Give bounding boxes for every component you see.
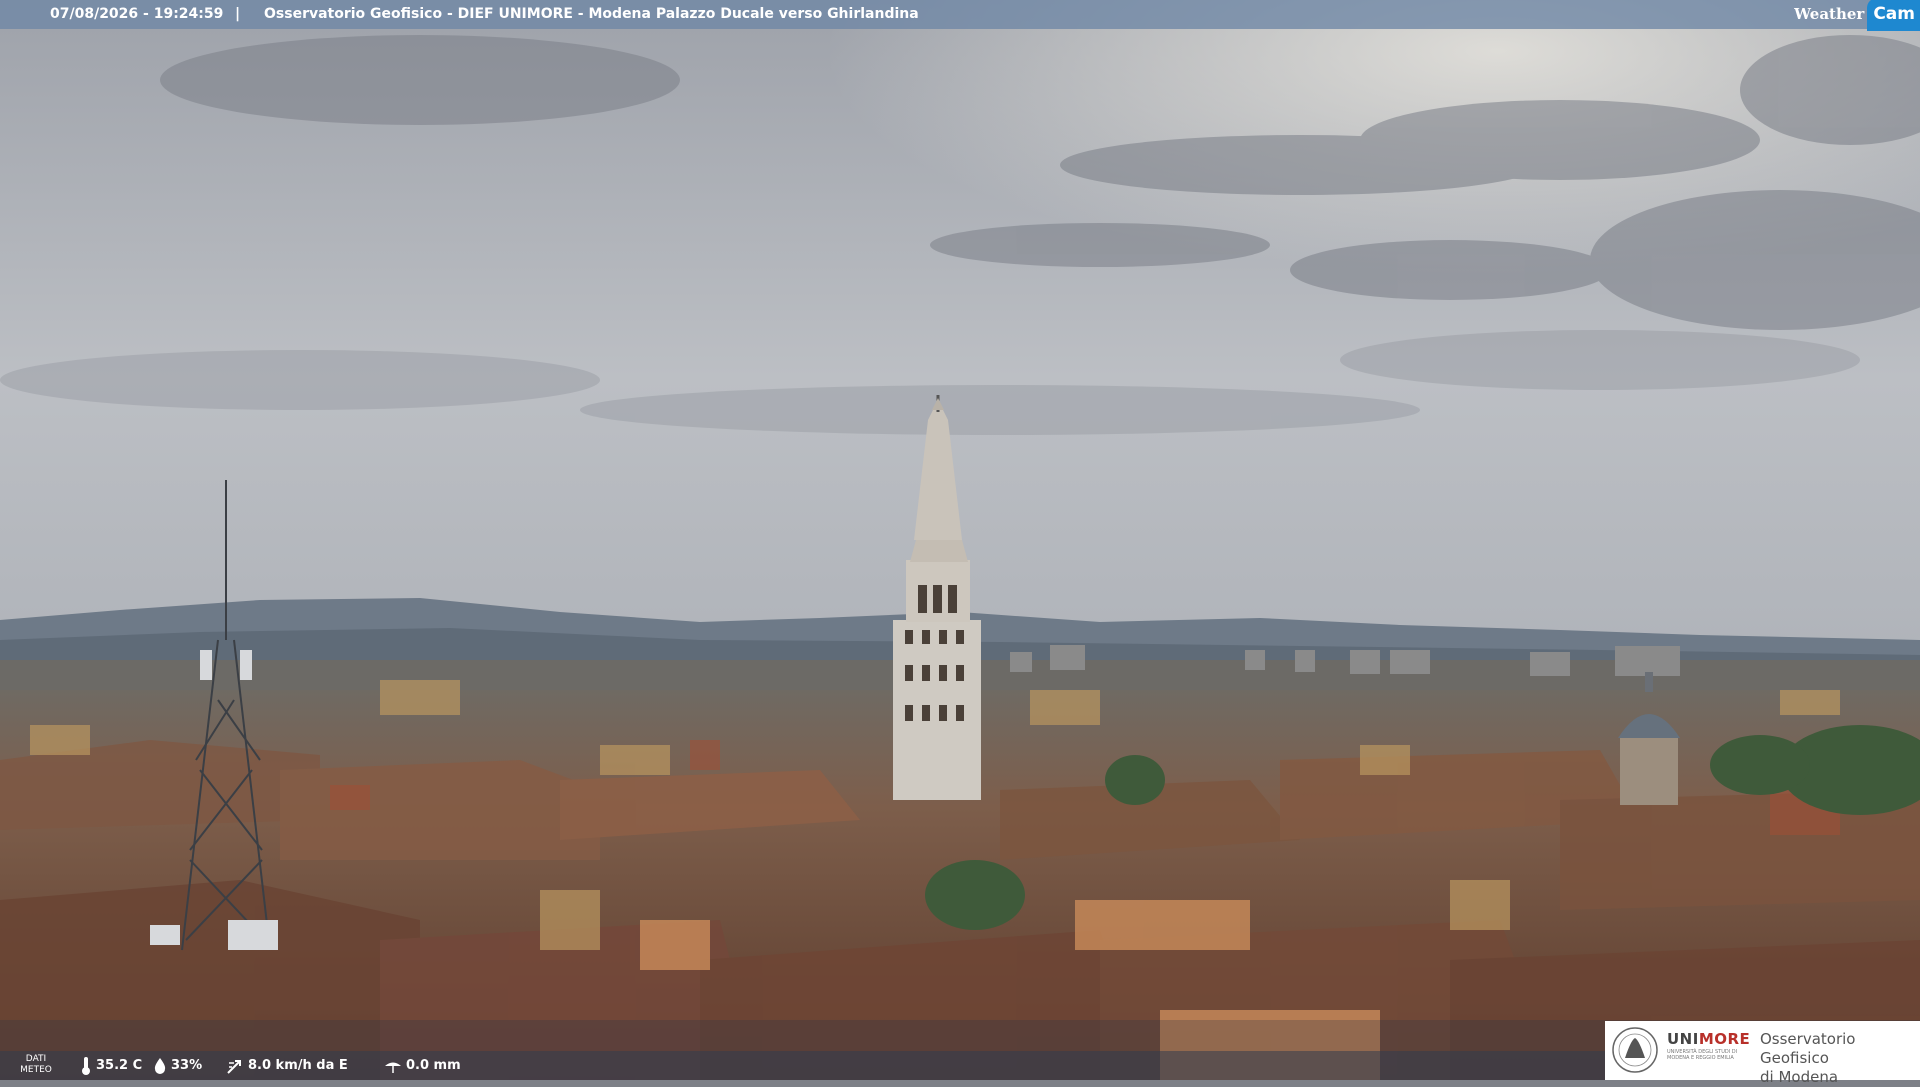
timestamp: 07/08/2026 - 19:24:59 xyxy=(50,6,224,22)
unimore-suffix: MORE xyxy=(1698,1030,1751,1048)
wind-reading: 8.0 km/h da E xyxy=(226,1051,348,1080)
unimore-logo-panel: UNIMORE Università degli Studi di Modena… xyxy=(1605,1021,1920,1086)
humidity-drop-icon xyxy=(154,1057,166,1074)
humidity-value: 33% xyxy=(171,1058,203,1073)
meteo-label-line2: METEO xyxy=(20,1065,52,1075)
meteo-label-line1: DATI xyxy=(25,1054,47,1064)
temperature-reading: 35.2 C xyxy=(80,1051,142,1080)
unimore-wordmark: UNIMORE xyxy=(1667,1030,1750,1048)
temperature-value: 35.2 C xyxy=(96,1058,143,1073)
camera-title: Osservatorio Geofisico - DIEF UNIMORE - … xyxy=(264,6,919,22)
thermometer-icon xyxy=(82,1056,90,1075)
weathercam-logo: Weather Cam xyxy=(1794,0,1920,31)
unimore-prefix: UNI xyxy=(1667,1030,1699,1048)
rain-gauge-icon xyxy=(385,1062,401,1073)
wind-icon xyxy=(227,1059,241,1074)
separator: | xyxy=(235,6,241,22)
observatory-name: Osservatorio Geofisico di Modena xyxy=(1760,1030,1920,1087)
webcam-image xyxy=(0,0,1920,1080)
humidity-reading: 33% xyxy=(153,1051,202,1080)
observatory-line2: di Modena xyxy=(1760,1068,1839,1086)
meteo-label: DATI METEO xyxy=(18,1054,54,1076)
observatory-line1: Osservatorio Geofisico xyxy=(1760,1030,1856,1067)
unimore-subtitle: Università degli Studi di Modena e Reggi… xyxy=(1667,1049,1738,1061)
rain-value: 0.0 mm xyxy=(406,1058,461,1073)
overlay-top-bar: 07/08/2026 - 19:24:59 | Osservatorio Geo… xyxy=(0,0,1920,31)
rain-reading: 0.0 mm xyxy=(384,1051,461,1080)
weathercam-logo-weather: Weather xyxy=(1794,5,1865,23)
weathercam-logo-cam: Cam xyxy=(1867,0,1920,31)
wind-value: 8.0 km/h da E xyxy=(248,1058,348,1073)
university-seal-icon xyxy=(1612,1027,1658,1073)
